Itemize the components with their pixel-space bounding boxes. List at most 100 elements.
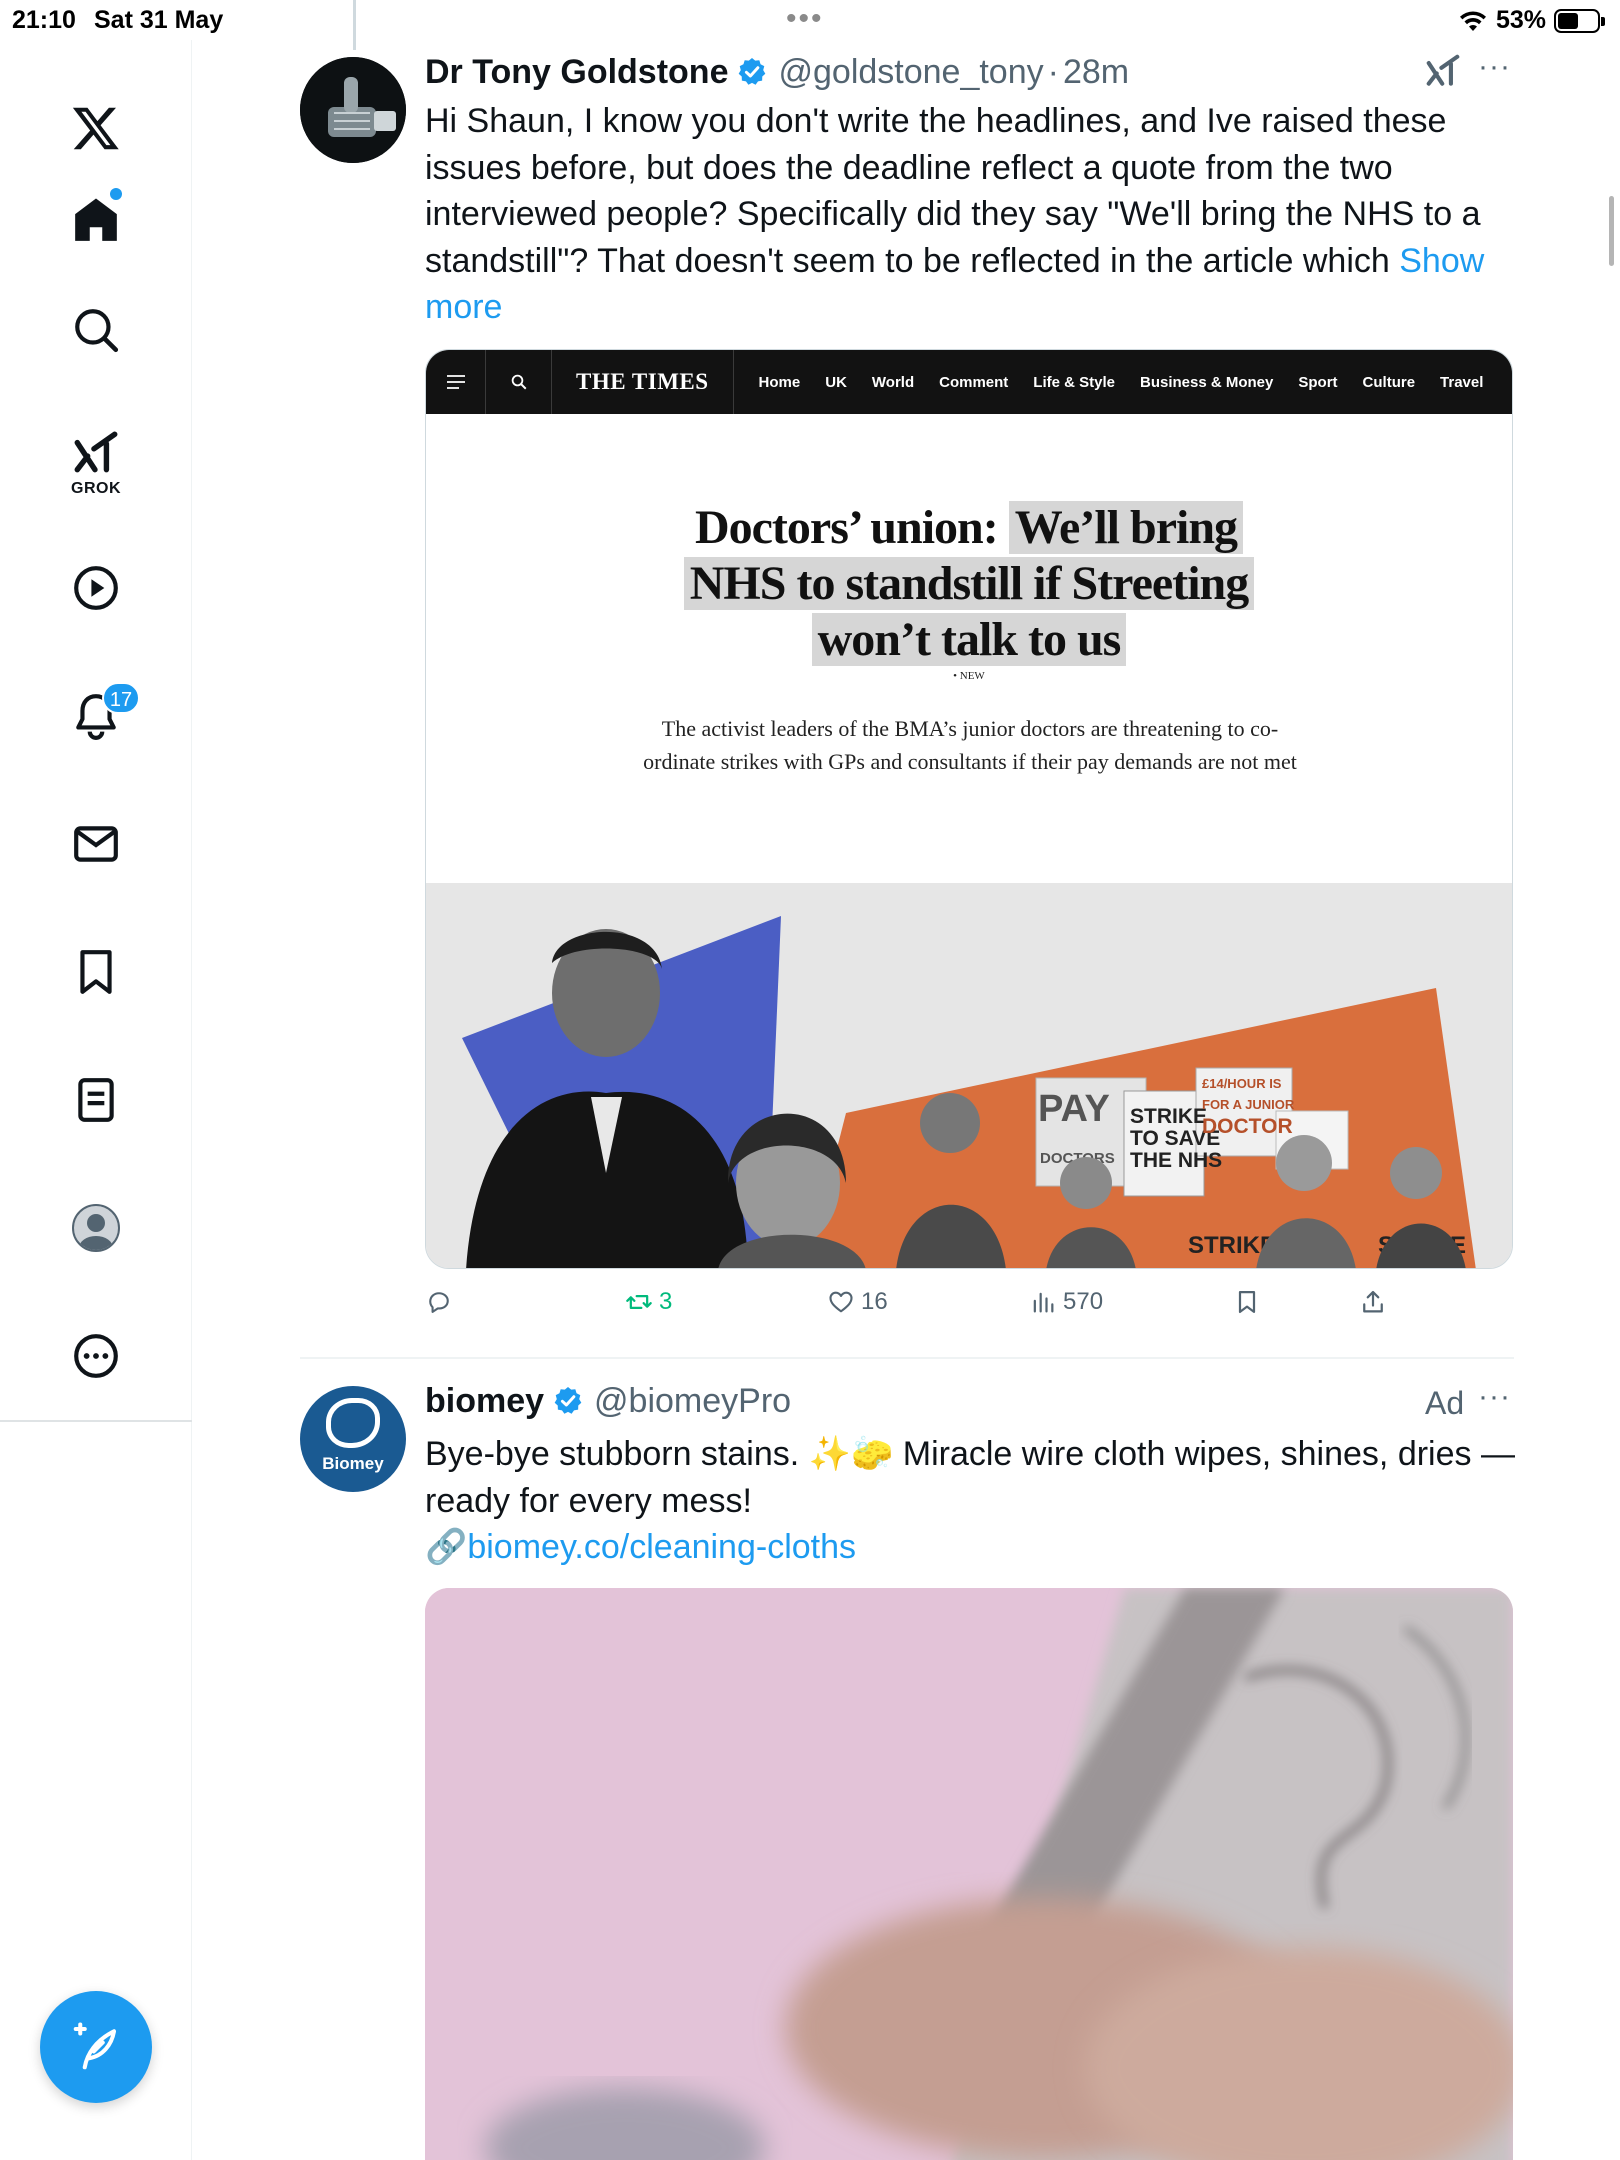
- bookmark-icon: [1238, 1290, 1256, 1314]
- sidebar-item-messages[interactable]: [56, 804, 136, 884]
- battery-fill: [1558, 12, 1579, 29]
- author-name[interactable]: biomey: [425, 1382, 544, 1421]
- views-button[interactable]: 570: [1029, 1288, 1103, 1316]
- article-headline: Doctors’ union: We’ll bring NHS to stand…: [426, 500, 1512, 668]
- post-divider: [300, 1357, 1514, 1359]
- like-button[interactable]: 16: [827, 1288, 888, 1316]
- sidebar-item-notifications[interactable]: 17: [56, 676, 140, 756]
- status-date: Sat 31 May: [94, 6, 224, 34]
- author-name[interactable]: Dr Tony Goldstone: [425, 53, 728, 92]
- analytics-icon: [1033, 1292, 1054, 1313]
- play-icon: [74, 566, 118, 610]
- repost-icon: [626, 1295, 652, 1309]
- placard-text: THE NHS: [1130, 1149, 1222, 1172]
- ad-video[interactable]: [425, 1588, 1513, 2160]
- grok-icon: [74, 431, 118, 473]
- post-time[interactable]: 28m: [1063, 53, 1129, 92]
- post-body: Bye-bye stubborn stains. ✨🧽 Miracle wire…: [425, 1435, 1515, 1520]
- protest-collage-image: PAY DOCTORS STRIKE TO SAVE THE NHS £14/H…: [426, 883, 1512, 1268]
- headline-highlight: NHS to standstill if Streeting: [683, 557, 1255, 610]
- avatar[interactable]: Biomey: [300, 1386, 406, 1492]
- placard-text: DOCTOR: [1202, 1115, 1293, 1138]
- multitasking-dots[interactable]: •••: [786, 2, 824, 36]
- battery-percent: 53%: [1495, 6, 1546, 34]
- ad-link[interactable]: biomey.co/cleaning-cloths: [467, 1528, 856, 1566]
- view-count: 570: [1063, 1288, 1104, 1315]
- headline-part: Doctors’ union:: [694, 501, 1009, 554]
- heart-icon: [829, 1291, 853, 1313]
- article-card[interactable]: THE TIMES Home UK World Comment Life & Style…: [425, 349, 1513, 1269]
- placard-text: £14/HOUR IS: [1202, 1076, 1282, 1091]
- sidebar-item-profile[interactable]: [56, 1188, 136, 1268]
- post-text: Bye-bye stubborn stains. ✨🧽 Miracle wire…: [425, 1431, 1515, 1571]
- mail-icon: [74, 826, 118, 862]
- repost-button[interactable]: 3: [625, 1288, 672, 1316]
- verified-badge-icon: [739, 58, 766, 85]
- scrollbar[interactable]: [1609, 196, 1614, 266]
- thumbs-up-avatar-image: [300, 57, 406, 163]
- share-button[interactable]: [1359, 1288, 1387, 1316]
- times-nav-link: Business & Money: [1139, 373, 1274, 391]
- cleaning-video-frame: [425, 1588, 1513, 2160]
- sidebar-divider: [0, 1420, 192, 1422]
- times-nav-links: Home UK World Comment Life & Style Business &…: [734, 374, 1484, 391]
- status-bar: 21:10 Sat 31 May ••• 53%: [0, 0, 1620, 40]
- ad-label: Ad: [1425, 1385, 1465, 1421]
- author-handle[interactable]: @biomeyPro: [594, 1382, 791, 1421]
- home-unread-dot: [110, 188, 122, 200]
- headline-highlight: We’ll bring: [1008, 501, 1244, 554]
- article-image: PAY DOCTORS STRIKE TO SAVE THE NHS £14/H…: [426, 883, 1512, 1268]
- post-body: Hi Shaun, I know you don't write the hea…: [425, 102, 1481, 280]
- home-icon: [75, 198, 117, 241]
- times-search-icon: [486, 350, 552, 414]
- avatar-text: Biomey: [322, 1454, 384, 1473]
- times-logo: THE TIMES: [552, 350, 734, 414]
- sidebar-item-more[interactable]: [56, 1316, 136, 1396]
- reply-button[interactable]: [425, 1288, 459, 1316]
- placard-text: STRIKE: [1130, 1105, 1207, 1128]
- post-more-icon[interactable]: ···: [1478, 50, 1511, 84]
- times-nav-link: Comment: [939, 373, 1009, 391]
- post-text: Hi Shaun, I know you don't write the hea…: [425, 98, 1515, 331]
- headline-highlight: won’t talk to us: [811, 613, 1127, 666]
- wifi-icon: [1459, 10, 1486, 31]
- times-nav-link: Travel: [1440, 373, 1484, 391]
- sidebar-item-x-logo[interactable]: [56, 88, 136, 168]
- sidebar-item-home[interactable]: [56, 180, 136, 260]
- avatar[interactable]: [300, 57, 406, 163]
- post-more-icon[interactable]: ···: [1478, 1380, 1511, 1414]
- new-tag: • NEW: [953, 670, 985, 682]
- article-standfirst: The activist leaders of the BMA’s junior…: [643, 716, 1297, 774]
- bookmark-icon: [80, 950, 112, 994]
- like-count: 16: [861, 1288, 888, 1315]
- more-circle-icon: [74, 1334, 118, 1378]
- status-time: 21:10: [12, 6, 76, 34]
- notifications-badge: 17: [102, 682, 140, 714]
- compose-button[interactable]: [40, 1991, 152, 2103]
- biomey-logo-icon: [326, 1398, 380, 1448]
- sidebar-item-grok[interactable]: GROK: [56, 418, 136, 528]
- times-nav-link: Home: [758, 373, 801, 391]
- list-icon: [78, 1078, 114, 1122]
- post-header: Dr Tony Goldstone @goldstone_tony · 28m: [425, 52, 1129, 92]
- author-handle[interactable]: @goldstone_tony: [778, 53, 1043, 92]
- sidebar-item-lists[interactable]: [56, 1060, 136, 1140]
- post-header: biomey @biomeyPro: [425, 1381, 791, 1421]
- sidebar-item-videos[interactable]: [56, 548, 136, 628]
- reply-icon: [429, 1292, 449, 1313]
- sidebar-item-explore[interactable]: [56, 290, 136, 370]
- repost-count: 3: [659, 1288, 673, 1315]
- sidebar-item-bookmarks[interactable]: [56, 932, 136, 1012]
- post-actions: 3 16 570: [425, 1288, 1525, 1328]
- menu-icon: [426, 350, 486, 414]
- sidebar-nav: GROK 17: [0, 40, 192, 2160]
- placard-text: PAY: [1038, 1088, 1110, 1130]
- verified-badge-icon: [554, 1387, 582, 1414]
- grok-post-icon[interactable]: [1424, 52, 1462, 90]
- times-nav-link: World: [871, 373, 915, 391]
- bookmark-button[interactable]: [1233, 1288, 1261, 1316]
- status-right: 53%: [1458, 6, 1605, 35]
- battery-icon: [1554, 8, 1605, 33]
- thread-connector: [353, 0, 356, 50]
- times-nav-link: Culture: [1362, 373, 1416, 391]
